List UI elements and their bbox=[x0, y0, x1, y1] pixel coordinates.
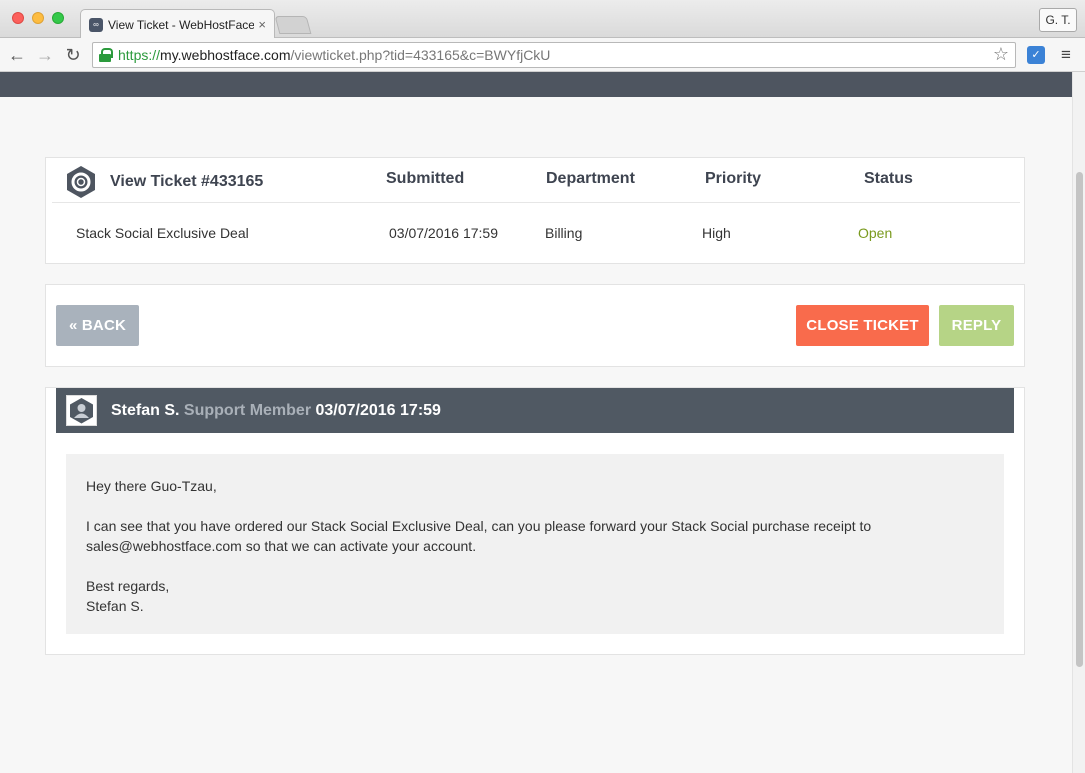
url-scheme: https:// bbox=[118, 47, 161, 63]
menu-icon[interactable]: ≡ bbox=[1058, 45, 1074, 65]
status-badge: Open bbox=[858, 225, 893, 241]
message-author-line: Stefan S. Support Member 03/07/2016 17:5… bbox=[111, 402, 441, 420]
close-ticket-button[interactable]: CLOSE TICKET bbox=[796, 305, 929, 346]
scrollbar-thumb[interactable] bbox=[1076, 172, 1083, 667]
close-tab-icon[interactable]: × bbox=[258, 17, 266, 32]
ticket-submitted-date: 03/07/2016 17:59 bbox=[389, 225, 498, 241]
browser-titlebar: ∞ View Ticket - WebHostFace × G. T. bbox=[0, 0, 1085, 39]
message-author-name: Stefan S. bbox=[111, 402, 180, 419]
message-header: Stefan S. Support Member 03/07/2016 17:5… bbox=[56, 388, 1014, 433]
ticket-summary-header: View Ticket #433165 Submitted Department… bbox=[52, 158, 1020, 203]
message-closing: Best regards, bbox=[86, 578, 170, 594]
ticket-message-panel: Stefan S. Support Member 03/07/2016 17:5… bbox=[45, 387, 1025, 655]
page-scrollbar[interactable] bbox=[1072, 72, 1085, 773]
column-header-department: Department bbox=[546, 170, 635, 187]
message-greeting: Hey there Guo-Tzau, bbox=[86, 478, 217, 494]
close-window-button[interactable] bbox=[12, 12, 24, 24]
browser-tab[interactable]: ∞ View Ticket - WebHostFace × bbox=[80, 9, 275, 39]
message-body: Hey there Guo-Tzau, I can see that you h… bbox=[66, 454, 1004, 634]
support-agent-icon bbox=[70, 398, 93, 424]
back-arrow-icon[interactable]: ← bbox=[6, 44, 28, 66]
page-viewport: View Ticket #433165 Submitted Department… bbox=[0, 72, 1072, 773]
address-bar[interactable]: https://my.webhostface.com/viewticket.ph… bbox=[92, 42, 1016, 68]
ticket-subject: Stack Social Exclusive Deal bbox=[76, 225, 249, 241]
site-header-bar bbox=[0, 72, 1072, 97]
lock-icon bbox=[99, 48, 113, 62]
new-tab-button[interactable] bbox=[274, 16, 312, 34]
ticket-priority: High bbox=[702, 225, 731, 241]
url-path: /viewticket.php?tid=433165&c=BWYfjCkU bbox=[290, 47, 551, 63]
message-date: 03/07/2016 17:59 bbox=[315, 402, 441, 419]
reply-button[interactable]: REPLY bbox=[939, 305, 1014, 346]
reload-icon[interactable]: ↻ bbox=[62, 44, 84, 66]
url-text: https://my.webhostface.com/viewticket.ph… bbox=[118, 47, 550, 63]
ticket-summary-panel: View Ticket #433165 Submitted Department… bbox=[45, 157, 1025, 264]
column-header-status: Status bbox=[864, 170, 913, 187]
message-signature: Stefan S. bbox=[86, 598, 144, 614]
message-line-2: sales@webhostface.com so that we can act… bbox=[86, 538, 477, 554]
message-paragraph: I can see that you have ordered our Stac… bbox=[86, 516, 984, 556]
webhostface-favicon-icon: ∞ bbox=[89, 17, 103, 32]
message-line-1: I can see that you have ordered our Stac… bbox=[86, 518, 872, 534]
bookmark-star-icon[interactable]: ☆ bbox=[993, 44, 1009, 65]
column-header-submitted: Submitted bbox=[386, 170, 465, 187]
forward-arrow-icon[interactable]: → bbox=[34, 44, 56, 66]
url-host: my.webhostface.com bbox=[160, 47, 291, 63]
message-author-role: Support Member bbox=[183, 402, 312, 419]
profile-button[interactable]: G. T. bbox=[1039, 8, 1077, 32]
page-title: View Ticket #433165 bbox=[110, 173, 264, 190]
ticket-department: Billing bbox=[545, 225, 583, 241]
support-lifebuoy-icon bbox=[67, 166, 95, 198]
message-signoff: Best regards, Stefan S. bbox=[86, 576, 984, 616]
column-header-priority: Priority bbox=[705, 170, 762, 187]
ticket-actions-panel: « BACK CLOSE TICKET REPLY bbox=[45, 284, 1025, 367]
zoom-window-button[interactable] bbox=[52, 12, 64, 24]
minimize-window-button[interactable] bbox=[32, 12, 44, 24]
extension-icon[interactable]: ✓ bbox=[1027, 46, 1045, 64]
back-button[interactable]: « BACK bbox=[56, 305, 139, 346]
avatar bbox=[66, 395, 97, 426]
tab-title: View Ticket - WebHostFace bbox=[108, 17, 255, 32]
browser-toolbar: ← → ↻ https://my.webhostface.com/viewtic… bbox=[0, 38, 1085, 72]
